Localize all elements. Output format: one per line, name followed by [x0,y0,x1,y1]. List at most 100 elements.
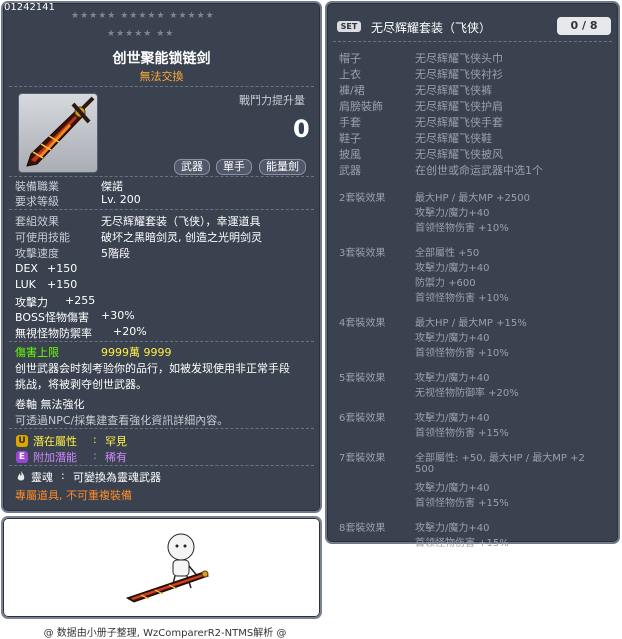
set-effect-label: 套組效果 [15,215,59,228]
set-bonus-line: 最大HP / 最大MP +15% [415,318,527,329]
set-piece-slot: 武器 [339,164,361,177]
set-bonus-label: 5套裝效果 [339,373,386,384]
additional-potential-separator: : [93,449,97,462]
potential-value: 罕見 [105,435,127,448]
sword-icon [26,96,95,167]
set-badge: SET [337,21,361,32]
set-bonus-line: 攻擊力/魔力+40 [415,413,490,424]
set-bonus-line: 防禦力 +600 [415,278,476,289]
item-name: 创世聚能锁链剑 [112,51,211,67]
req-level-value: Lv. 200 [101,193,141,206]
set-bonus-line: 攻擊力/魔力+40 [415,523,490,534]
set-bonus-line: 500 [415,464,435,475]
skills-label: 可使用技能 [15,231,70,244]
divider [9,86,314,87]
req-job-value: 傑諾 [101,180,123,193]
set-piece-slot: 鞋子 [339,132,361,145]
req-job-label: 裝備職業 [15,180,59,193]
set-piece-slot: 上衣 [339,68,361,81]
set-bonus-line: 首领怪物伤害 +15% [415,428,509,439]
divider [9,176,314,177]
potential-unique-icon: U [16,435,28,447]
set-bonus-line: 全部屬性: +50, 最大HP / 最大MP +2 [415,453,585,464]
set-piece-name: 无尽辉耀飞侠衬衫 [415,68,503,81]
divider [9,209,314,210]
stat-boss-value: +30% [101,309,135,322]
potential-label: 潛在屬性 [33,435,77,448]
set-bonus-label: 8套裝效果 [339,523,386,534]
set-piece-name: 无尽辉耀飞侠手套 [415,116,503,129]
tag-one-handed: 單手 [216,159,252,175]
star-force-row2: ★★★★★ ★★ [107,29,175,39]
stat-luk-value: +150 [47,278,78,291]
set-effect-value: 无尽辉耀套装（飞侠），幸運道具 [101,215,261,228]
stat-luk-label: LUK [15,278,36,291]
set-bonus-line: 攻擊力/魔力+40 [415,373,490,384]
set-bonus-line: 攻擊力/魔力+40 [415,333,490,344]
potential-separator: : [93,433,97,446]
additional-potential-label: 附加潛能 [33,451,77,464]
set-piece-name: 在创世或命运武器中选1个 [415,164,543,177]
tag-weapon: 武器 [174,159,210,175]
stat-ignore-def-label: 無視怪物防禦率 [15,327,92,340]
set-bonus-line: 无视怪物防御率 +20% [415,388,519,399]
set-bonus-label: 2套裝效果 [339,193,386,204]
soul-separator: : [61,469,65,482]
set-bonus-label: 6套裝效果 [339,413,386,424]
set-piece-name: 无尽辉耀飞侠头巾 [415,52,503,65]
tag-energy-sword: 能量劍 [259,159,306,175]
stat-ignore-def-value: +20% [113,325,147,338]
set-effects-panel: SET 无尽辉耀套装（飞侠） 0 / 8 帽子 无尽辉耀飞侠头巾上衣 无尽辉耀飞侠衬… [325,1,620,549]
set-bonus-label: 4套裝效果 [339,318,386,329]
scroll-status: 卷軸 無法強化 [15,398,85,411]
additional-potential-value: 稀有 [105,451,127,464]
stat-dex-value: +150 [47,262,78,275]
star-force-row1: ★★★★★ ★★★★★ ★★★★★ [71,11,215,21]
set-bonus-line: 首领怪物伤害 +10% [415,348,509,359]
set-bonus-line: 攻擊力/魔力+40 [415,208,490,219]
req-level-label: 要求等級 [15,195,59,208]
set-bonus-label: 7套裝效果 [339,453,386,464]
set-count: 0 / 8 [557,17,611,35]
stat-dex-label: DEX [15,262,38,275]
set-bonus-line: 攻擊力/魔力+40 [415,263,490,274]
character-preview [125,533,209,603]
set-piece-name: 无尽辉耀飞侠鞋 [415,132,492,145]
stat-attack-value: +255 [65,294,96,307]
set-bonus-line: 首领怪物伤害 +10% [415,223,509,234]
set-piece-slot: 褲/裙 [339,84,365,97]
set-piece-slot: 肩膀裝飾 [339,100,383,113]
set-bonus-line: 首领怪物伤害 +10% [415,293,509,304]
attack-speed-value: 5階段 [101,247,130,260]
set-bonus-line: 攻擊力/魔力+40 [415,483,490,494]
set-piece-name: 无尽辉耀飞侠裤 [415,84,492,97]
scroll-hint: 可透過NPC/採集建查看強化資訊詳細內容。 [15,414,229,427]
item-icon-box [18,93,98,173]
set-bonus-line: 首领怪物伤害 +15% [415,498,509,509]
power-label: 戰鬥力提升量 [239,94,305,107]
skills-value: 破坏之黑暗剑灵, 创造之光明剑灵 [101,231,262,244]
additional-potential-epic-icon: E [16,451,28,463]
power-value: 0 [293,115,310,143]
damage-cap-value: 9999萬 9999 [101,346,172,359]
soul-value: 可變換為靈魂武器 [73,471,161,484]
description-line2: 挑战，将被剥夺创世武器。 [15,378,147,391]
item-id: 01242141 [4,2,55,13]
divider [333,41,612,42]
set-bonus-line: 全部屬性 +50 [415,248,480,259]
set-piece-name: 无尽辉耀飞侠披风 [415,148,503,161]
trade-restriction: 無法交換 [139,70,184,83]
set-name: 无尽辉耀套装（飞侠） [371,21,492,35]
divider [9,341,314,342]
divider [9,465,314,466]
footer-credit: @ 数据由小册子整理, WzComparerR2-NTMS解析 @ [43,628,287,639]
soul-label: 靈魂 [31,471,53,484]
soul-flame-icon [17,471,25,481]
attack-speed-label: 攻擊速度 [15,247,59,260]
set-piece-slot: 帽子 [339,52,361,65]
stat-boss-label: BOSS怪物傷害 [15,311,89,324]
set-piece-name: 无尽辉耀飞侠护肩 [415,100,503,113]
damage-cap-label: 傷害上限 [15,346,59,359]
set-bonus-line: 首领怪物伤害 +15% [415,538,509,549]
set-piece-slot: 披風 [339,148,361,161]
